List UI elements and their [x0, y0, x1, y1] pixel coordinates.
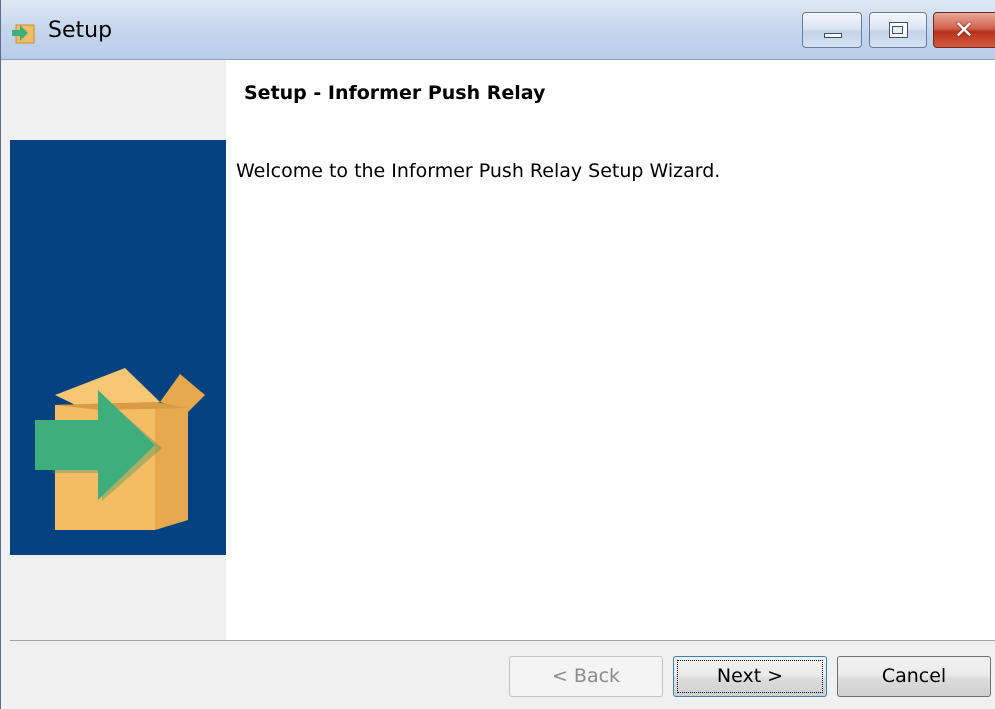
wizard-content: Setup - Informer Push Relay Welcome to t…: [226, 60, 995, 640]
minimize-icon: [824, 33, 842, 38]
page-title: Setup - Informer Push Relay: [244, 82, 546, 104]
back-button[interactable]: < Back: [509, 656, 663, 697]
minimize-button[interactable]: [802, 12, 862, 48]
maximize-button[interactable]: [869, 12, 927, 48]
wizard-footer: < Back Next > Cancel: [1, 641, 995, 709]
cancel-button[interactable]: Cancel: [837, 656, 991, 697]
welcome-message: Welcome to the Informer Push Relay Setup…: [236, 160, 721, 182]
close-icon: ✕: [954, 16, 975, 44]
box-arrow-install-icon: [35, 368, 205, 530]
focus-ring: [677, 660, 823, 693]
next-button[interactable]: Next >: [673, 656, 827, 697]
window-title: Setup: [48, 18, 113, 43]
setup-window: Setup ✕ Setup - Informer Push Relay Welc…: [0, 0, 995, 709]
wizard-banner: [10, 140, 226, 555]
setup-arrow-icon: [12, 24, 35, 44]
title-bar[interactable]: Setup ✕: [1, 0, 995, 60]
close-button[interactable]: ✕: [933, 12, 995, 48]
maximize-icon: [889, 22, 908, 38]
